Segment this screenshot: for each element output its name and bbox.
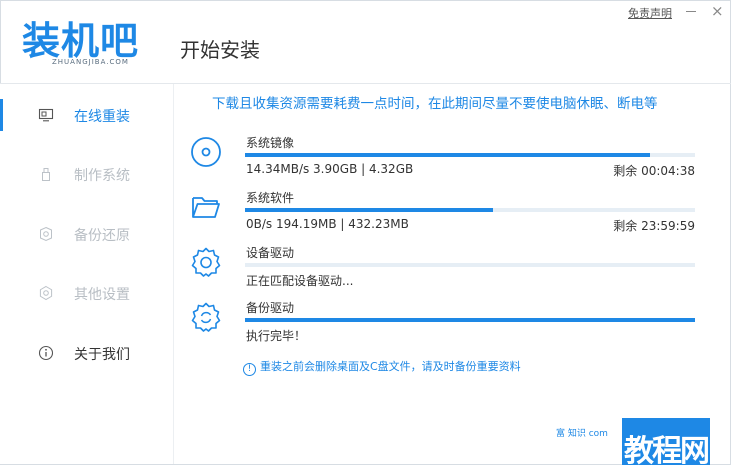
sidebar-item-about-us[interactable]: 关于我们 xyxy=(0,333,172,373)
info-icon xyxy=(38,345,54,361)
watermark: 富 知识 com 教程网 xyxy=(556,418,731,469)
close-button[interactable]: × xyxy=(711,3,724,19)
sidebar-item-label: 其他设置 xyxy=(74,287,130,303)
monitor-icon xyxy=(38,108,54,122)
watermark-text: 教程网 xyxy=(624,434,710,469)
brand-logo: 装机吧 ZHUANGJIBA.COM xyxy=(22,10,160,70)
folder-icon xyxy=(192,197,220,218)
task-system-image: 系统镜像 14.34MB/s 3.90GB | 4.32GB 剩余 00:04:… xyxy=(190,134,700,184)
sidebar-item-make-system[interactable]: 制作系统 xyxy=(0,154,172,194)
progress-bar xyxy=(245,263,695,267)
task-info: 正在匹配设备驱动... xyxy=(246,274,354,288)
progress-bar xyxy=(245,208,695,212)
warning-text: 重装之前会删除桌面及C盘文件，请及时备份重要资料 xyxy=(260,360,521,373)
disclaimer-link[interactable]: 免责声明 xyxy=(628,5,672,21)
task-name: 系统软件 xyxy=(246,191,295,205)
download-notice: 下载且收集资源需要耗费一点时间，在此期间尽量不要使电脑休眠、断电等 xyxy=(212,96,658,112)
usb-icon xyxy=(42,168,50,181)
sidebar-item-backup-restore[interactable]: 备份还原 xyxy=(0,214,172,254)
warning-icon: ! xyxy=(243,363,256,376)
settings-icon xyxy=(39,285,53,301)
progress-fill xyxy=(245,208,493,212)
task-name: 设备驱动 xyxy=(246,246,295,260)
task-info: 执行完毕！ xyxy=(246,329,307,343)
minimize-button[interactable] xyxy=(686,11,696,12)
sidebar-item-label: 制作系统 xyxy=(74,168,130,184)
task-name: 备份驱动 xyxy=(246,301,295,315)
gear-sync-icon xyxy=(191,302,221,332)
sidebar: 在线重装 制作系统 备份还原 其他设置 关于我们 xyxy=(0,84,174,464)
gear-icon xyxy=(191,247,221,277)
progress-bar xyxy=(245,153,695,157)
time-remaining: 剩余 23:59:59 xyxy=(613,219,695,233)
progress-fill xyxy=(245,318,695,322)
task-device-driver: 设备驱动 正在匹配设备驱动... xyxy=(190,244,700,294)
sidebar-item-label: 关于我们 xyxy=(74,347,130,363)
progress-bar xyxy=(245,318,695,322)
task-info: 14.34MB/s 3.90GB | 4.32GB xyxy=(246,162,414,176)
task-backup-driver: 备份驱动 执行完毕！ xyxy=(190,299,700,349)
active-indicator xyxy=(0,99,3,131)
disc-icon xyxy=(191,137,221,167)
page-title: 开始安装 xyxy=(180,38,260,62)
sidebar-item-label: 在线重装 xyxy=(74,109,130,125)
progress-fill xyxy=(245,153,650,157)
task-system-software: 系统软件 0B/s 194.19MB | 432.23MB 剩余 23:59:5… xyxy=(190,189,700,239)
sidebar-item-label: 备份还原 xyxy=(74,228,130,244)
task-info: 0B/s 194.19MB | 432.23MB xyxy=(246,217,409,231)
backup-warning: ! 重装之前会删除桌面及C盘文件，请及时备份重要资料 xyxy=(243,358,521,376)
logo-domain: ZHUANGJIBA.COM xyxy=(52,58,129,66)
watermark-small-text: 富 知识 com xyxy=(556,429,608,439)
time-remaining: 剩余 00:04:38 xyxy=(613,164,695,178)
backup-icon xyxy=(40,226,52,242)
task-name: 系统镜像 xyxy=(246,136,295,150)
logo-text: 装机吧 xyxy=(22,19,140,63)
sidebar-item-online-reinstall[interactable]: 在线重装 xyxy=(0,95,172,135)
sidebar-item-other-settings[interactable]: 其他设置 xyxy=(0,273,172,313)
